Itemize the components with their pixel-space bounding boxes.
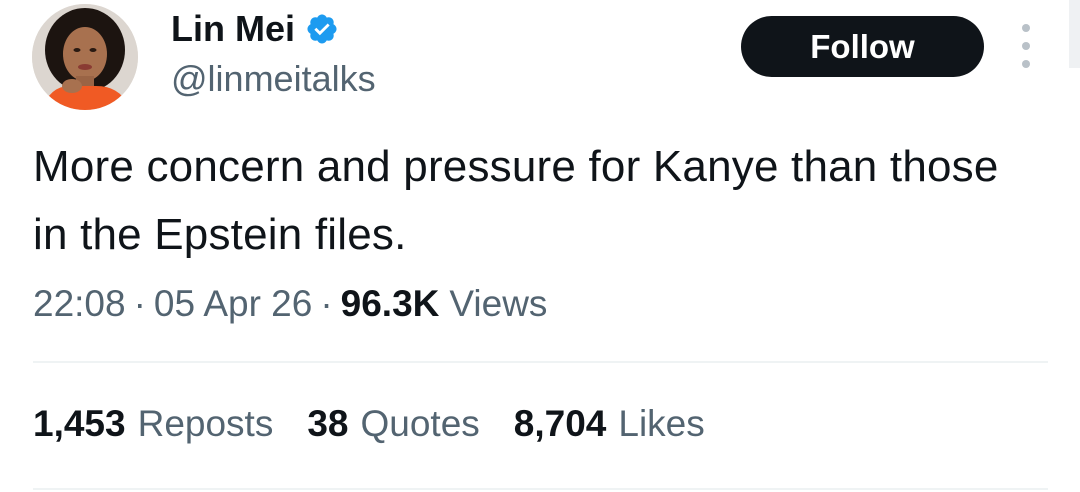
reposts-stat[interactable]: 1,453 Reposts — [33, 403, 273, 445]
divider — [33, 488, 1048, 490]
tweet-date[interactable]: 05 Apr 26 — [154, 283, 312, 325]
scrollbar[interactable] — [1069, 0, 1080, 68]
tweet-text: More concern and pressure for Kanye than… — [33, 142, 999, 259]
avatar[interactable] — [32, 4, 138, 110]
likes-stat[interactable]: 8,704 Likes — [514, 403, 705, 445]
likes-label: Likes — [618, 403, 705, 444]
likes-count: 8,704 — [513, 403, 607, 444]
meta-separator: · — [320, 283, 333, 324]
follow-button[interactable]: Follow — [741, 16, 984, 77]
views-count: 96.3K — [340, 283, 440, 324]
verified-badge-icon[interactable] — [305, 12, 339, 46]
dot — [1022, 24, 1030, 32]
dot — [1022, 42, 1030, 50]
dot — [1022, 60, 1030, 68]
tweet-meta: 22:08 · 05 Apr 26 · 96.3K Views — [33, 278, 547, 330]
reposts-count: 1,453 — [33, 403, 126, 444]
meta-separator: · — [133, 283, 146, 324]
quotes-count: 38 — [307, 403, 349, 444]
tweet-time[interactable]: 22:08 — [33, 283, 126, 325]
engagement-stats: 1,453 Reposts 38 Quotes 8,704 Likes — [33, 398, 739, 450]
quotes-label: Quotes — [360, 403, 480, 444]
views-label: Views — [449, 283, 548, 324]
more-options-icon[interactable] — [1012, 24, 1040, 68]
quotes-stat[interactable]: 38 Quotes — [307, 403, 479, 445]
avatar-image — [32, 4, 138, 110]
author-display-name[interactable]: Lin Mei — [171, 8, 295, 50]
divider — [33, 361, 1048, 363]
reposts-label: Reposts — [137, 403, 274, 444]
author-name-row: Lin Mei — [171, 8, 339, 50]
author-handle[interactable]: @linmeitalks — [171, 58, 376, 100]
